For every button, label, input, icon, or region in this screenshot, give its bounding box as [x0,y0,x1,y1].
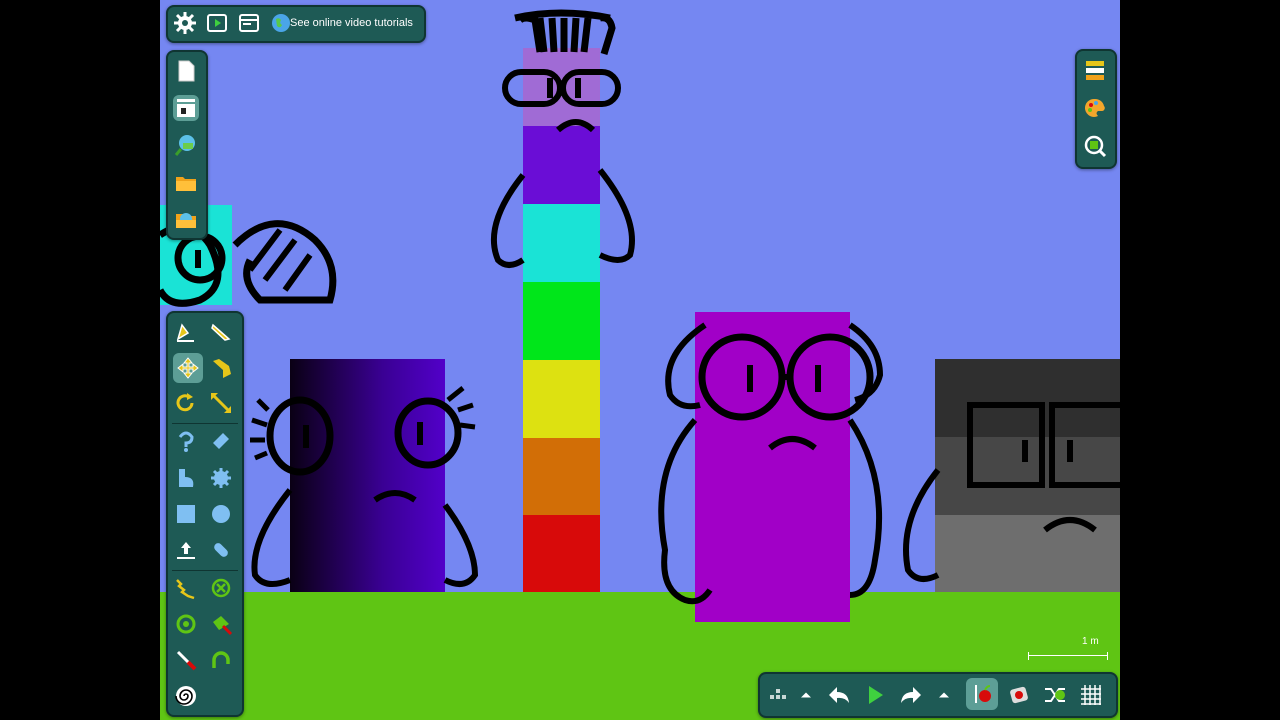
tutorials-link[interactable]: See online video tutorials [290,17,413,29]
play-icon[interactable] [204,10,230,36]
tool-panel [166,311,244,717]
examples-folder-icon[interactable] [173,207,199,233]
film-archive-icon[interactable] [173,95,199,121]
simulation-canvas[interactable] [160,0,1120,720]
grid-icon[interactable] [1078,682,1104,708]
eraser-icon[interactable] [208,428,234,454]
indigo-block-character [250,359,479,592]
remove-icon[interactable] [208,575,234,601]
menu-up-icon[interactable] [796,682,816,708]
search-library-icon[interactable] [173,132,199,158]
thruster-icon[interactable] [208,537,234,563]
top-toolbar: See online video tutorials [166,5,426,43]
redo-icon[interactable] [898,682,924,708]
layers-icon[interactable] [1082,57,1108,83]
scene-drawing [160,9,1120,622]
right-panel [1075,49,1117,169]
menu-up-icon[interactable] [934,682,954,708]
gear-shape-icon[interactable] [208,465,234,491]
pin-icon[interactable] [173,537,199,563]
fixate-icon[interactable] [173,611,199,637]
gravity-icon[interactable] [966,678,998,710]
spiral-icon[interactable] [173,683,199,709]
square-icon[interactable] [173,501,199,527]
grid-dots-icon[interactable] [764,682,790,708]
tracer-icon[interactable] [208,611,234,637]
new-document-icon[interactable] [173,58,199,84]
spring-icon[interactable] [173,428,199,454]
bottom-toolbar [758,672,1118,718]
circle-icon[interactable] [208,501,234,527]
brush-icon[interactable] [173,647,199,673]
rainbow-tower-character [490,9,635,592]
file-panel [166,50,208,240]
collision-icon[interactable] [1042,682,1068,708]
scale-bar [1028,652,1108,660]
toolbox-divider [172,570,238,571]
rotate-icon[interactable] [173,390,199,416]
gear-icon[interactable] [172,10,198,36]
air-friction-icon[interactable] [1006,682,1032,708]
play-simulation-icon[interactable] [862,682,888,708]
toolbox-divider [172,423,238,424]
hinge-icon[interactable] [208,647,234,673]
undo-icon[interactable] [826,682,852,708]
grey-block-character [903,359,1120,592]
zoom-fit-icon[interactable] [1082,133,1108,159]
purple-block-character [658,312,884,622]
move-icon[interactable] [173,353,203,383]
pencil-icon[interactable] [173,318,199,344]
polygon-icon[interactable] [173,465,199,491]
knife-icon[interactable] [208,318,234,344]
palette-icon[interactable] [1082,95,1108,121]
laser-icon[interactable] [173,575,199,601]
drag-hand-icon[interactable] [208,355,234,381]
scale-label: 1 m [1082,636,1099,647]
open-folder-icon[interactable] [173,170,199,196]
window-icon[interactable] [236,10,262,36]
scale-icon[interactable] [208,390,234,416]
